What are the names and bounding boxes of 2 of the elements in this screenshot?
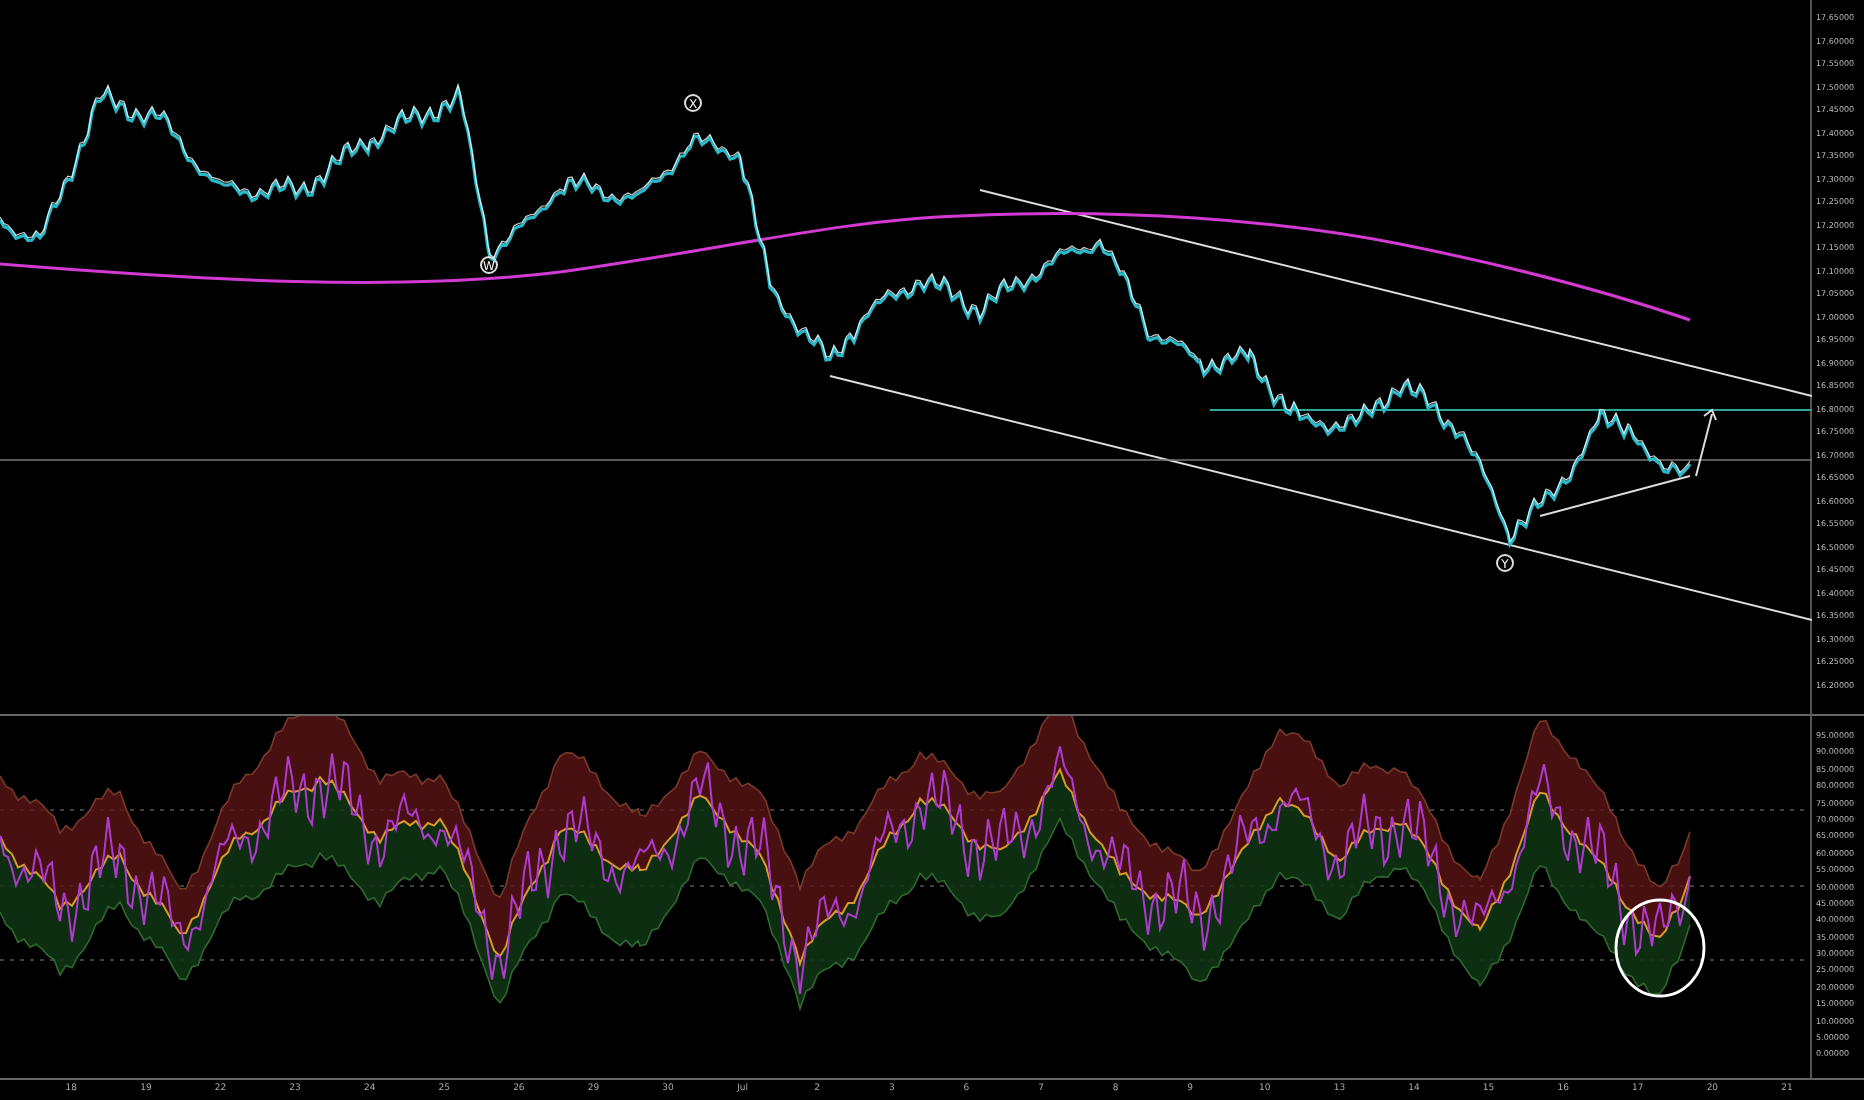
arrow-icon bbox=[1695, 408, 1717, 477]
circle-highlight bbox=[1614, 898, 1706, 998]
